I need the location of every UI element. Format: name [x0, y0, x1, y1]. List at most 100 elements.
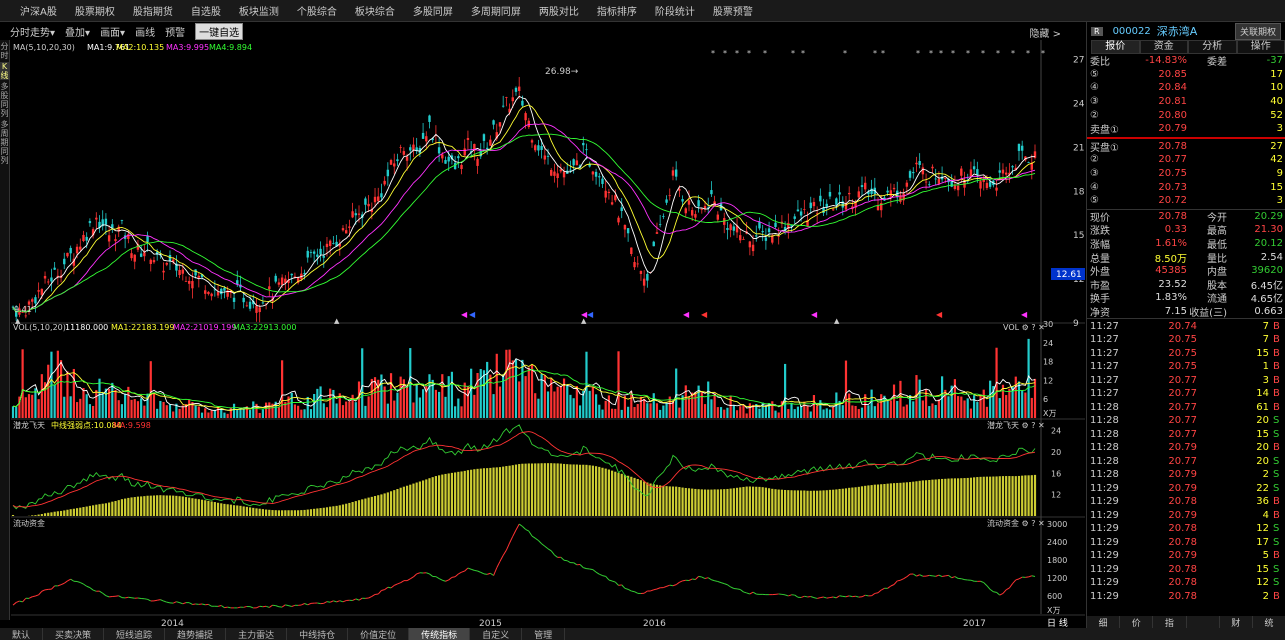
volume-bar	[790, 402, 793, 418]
candle-body	[444, 160, 447, 164]
candle-body	[575, 160, 579, 166]
capital-flow-segment	[458, 571, 462, 575]
quote-tab-0[interactable]: 报价	[1091, 40, 1140, 54]
strength-bar	[377, 495, 380, 516]
menu-item-11[interactable]: 阶段统计	[655, 3, 695, 18]
strength-bar	[236, 505, 239, 516]
indicator-tab-1[interactable]: 买卖决策	[43, 627, 105, 640]
volume-bar	[569, 394, 572, 418]
side-tab-1[interactable]: K线	[0, 62, 9, 80]
candle-body	[732, 226, 736, 231]
volume-bar	[963, 400, 966, 418]
one-click-watchlist-button[interactable]: 一键自选	[195, 22, 244, 40]
candle-body	[690, 210, 694, 216]
quote-bottom-tab-1[interactable]: 价	[1120, 616, 1154, 629]
indicator-tab-9[interactable]: 管理	[522, 627, 566, 640]
menu-item-6[interactable]: 板块综合	[355, 3, 395, 18]
strength-bar	[825, 490, 828, 516]
menu-item-2[interactable]: 股指期货	[133, 3, 173, 18]
indicator-tab-8[interactable]: 自定义	[470, 627, 523, 640]
quote-bottom-tab-2[interactable]: 指	[1153, 616, 1187, 629]
candle-body	[505, 97, 508, 98]
volume-bar	[530, 364, 534, 418]
quote-bottom-tab-0[interactable]: 细	[1087, 616, 1121, 629]
toolbar-item-4[interactable]: 预警	[165, 24, 185, 39]
quote-bottom-tab-3[interactable]	[1187, 616, 1220, 628]
side-tab-3[interactable]: 多周期同列	[0, 120, 9, 165]
strength-bar	[213, 502, 216, 516]
candle-body	[889, 190, 893, 197]
candle-body	[489, 139, 492, 146]
period-button[interactable]: 日 线	[1047, 617, 1068, 628]
capital-flow-segment	[227, 606, 231, 609]
candle-body	[188, 280, 191, 284]
volume-bar	[620, 409, 623, 418]
buys-level: 买盘①	[1090, 142, 1119, 154]
sells-row: ⑤ 20.85 17	[1087, 68, 1285, 82]
candle-body	[652, 241, 655, 247]
capital-flow-segment	[22, 597, 27, 603]
indicator-tab-5[interactable]: 中线持仓	[287, 627, 349, 640]
capital-flow-segment	[301, 603, 305, 606]
candle-body	[104, 218, 108, 225]
hide-panel-button[interactable]: 隐藏 >	[1029, 25, 1061, 40]
stat-label: 市盈	[1090, 280, 1110, 292]
capital-flow-segment	[833, 596, 837, 599]
candle-body	[373, 196, 377, 203]
strength-bar	[252, 507, 255, 516]
kline-chart-area[interactable]: 2724211815129MA(5,10,20,30) MA1:9.761MA2:…	[11, 40, 1085, 628]
quote-tab-3[interactable]: 操作	[1236, 40, 1285, 54]
indicator-tab-6[interactable]: 价值定位	[348, 627, 410, 640]
toolbar-item-0[interactable]: 分时走势▾	[10, 24, 55, 39]
menu-item-4[interactable]: 板块监测	[239, 3, 279, 18]
candle-body	[393, 163, 396, 167]
volume-bar	[921, 400, 924, 418]
indicator-tab-0[interactable]: 默认	[0, 627, 44, 640]
quote-tab-1[interactable]: 资金	[1139, 40, 1188, 54]
candle-body	[985, 182, 989, 189]
volume-bar	[91, 405, 95, 418]
stat-row: 净资 7.15 收益(三) 0.663	[1087, 305, 1285, 318]
volume-bar	[585, 351, 588, 418]
quote-bottom-tab-5[interactable]: 统	[1253, 616, 1285, 629]
menu-item-9[interactable]: 两股对比	[539, 3, 579, 18]
strength-bar	[268, 509, 271, 516]
capital-flow-segment	[493, 567, 498, 576]
indicator-tab-3[interactable]: 趋势捕捉	[165, 627, 227, 640]
toolbar-item-2[interactable]: 画面▾	[100, 24, 125, 39]
quote-tab-2[interactable]: 分析	[1188, 40, 1237, 54]
volume-bar	[226, 413, 229, 418]
menu-item-3[interactable]: 自选股	[191, 3, 221, 18]
menu-item-12[interactable]: 股票预警	[713, 3, 753, 18]
strength-bar	[466, 470, 470, 516]
strength-bar	[816, 490, 819, 516]
strength-bar	[329, 506, 332, 516]
candle-body	[582, 142, 585, 146]
strength-bar	[671, 486, 675, 516]
menu-item-0[interactable]: 沪深A股	[20, 3, 57, 18]
indicator-tab-7[interactable]: 传统指标	[409, 627, 471, 640]
strength-bar	[502, 466, 505, 516]
menu-item-5[interactable]: 个股综合	[297, 3, 337, 18]
tick-volume: 20	[1256, 455, 1269, 467]
capital-flow-segment	[739, 589, 744, 593]
menu-item-7[interactable]: 多股同屏	[413, 3, 453, 18]
strength-bar	[473, 469, 476, 516]
toolbar-item-3[interactable]: 画线	[135, 24, 155, 39]
side-tab-2[interactable]: 多股同列	[0, 82, 9, 118]
capital-flow-segment	[599, 573, 603, 577]
strength-bar	[306, 509, 309, 516]
quote-bottom-tab-4[interactable]: 财	[1220, 616, 1253, 629]
candle-body	[325, 243, 329, 248]
menu-item-8[interactable]: 多周期同屏	[471, 3, 521, 18]
menu-item-1[interactable]: 股票期权	[75, 3, 115, 18]
indicator-tab-4[interactable]: 主力雷达	[226, 627, 288, 640]
event-marker: *	[873, 49, 877, 58]
side-tab-0[interactable]: 分时	[0, 42, 9, 60]
toolbar-item-1[interactable]: 叠加▾	[65, 24, 90, 39]
volume-bar	[313, 393, 316, 418]
indicator-tab-2[interactable]: 短线追踪	[104, 627, 166, 640]
stat-row: 涨幅 1.61% 最低 20.12	[1087, 237, 1285, 250]
related-options-button[interactable]: 关联期权	[1234, 22, 1281, 40]
menu-item-10[interactable]: 指标排序	[597, 3, 637, 18]
